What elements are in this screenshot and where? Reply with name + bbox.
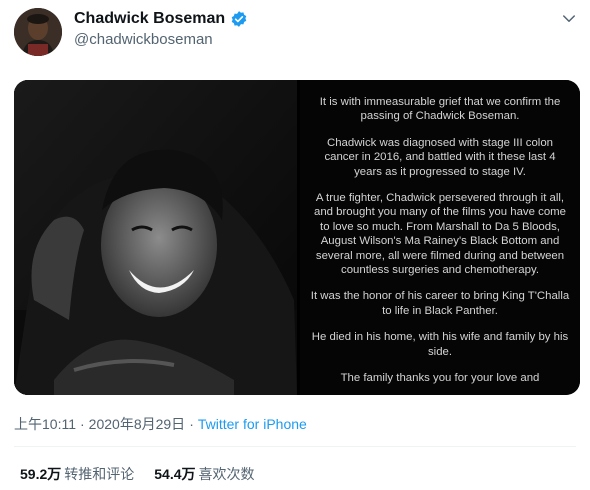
statement-image[interactable]: It is with immeasurable grief that we co… [300,80,580,395]
retweets-label: 转推和评论 [64,466,135,482]
tweet-time[interactable]: 上午10:11 [14,416,76,432]
avatar[interactable] [14,8,62,56]
tweet-date[interactable]: 2020年8月29日 [89,416,186,432]
retweets-stat[interactable]: 59.2万 转推和评论 [20,464,134,484]
likes-count: 54.4万 [154,466,196,482]
likes-label: 喜欢次数 [198,466,255,482]
verified-badge-icon [231,11,247,27]
tweet-media[interactable]: It is with immeasurable grief that we co… [14,80,580,395]
tweet-source-link[interactable]: Twitter for iPhone [198,416,307,432]
statement-paragraph-5: He died in his home, with his wife and f… [311,331,569,358]
author-display-name[interactable]: Chadwick Boseman [74,10,225,28]
tweet-metadata: 上午10:11 · 2020年8月29日 · Twitter for iPhone [14,414,307,434]
retweets-count: 59.2万 [20,466,62,482]
profile-photo-icon [14,8,62,56]
divider [14,446,576,447]
statement-paragraph-1: It is with immeasurable grief that we co… [319,96,561,123]
author-name-row: Chadwick Boseman [74,10,248,28]
portrait-photo-icon [14,80,297,395]
meta-separator: · [80,416,85,432]
statement-paragraph-4: It was the honor of his career to bring … [310,290,570,317]
statement-paragraph-3: A true fighter, Chadwick persevered thro… [313,192,566,277]
chevron-down-icon[interactable] [560,10,578,28]
likes-stat[interactable]: 54.4万 喜欢次数 [154,464,254,484]
statement-paragraph-6: The family thanks you for your love and [340,372,540,385]
statement-paragraph-2: Chadwick was diagnosed with stage III co… [324,136,556,178]
tweet-stats: 59.2万 转推和评论 54.4万 喜欢次数 [20,464,255,484]
author-handle[interactable]: @chadwickboseman [74,31,213,48]
tweet-photo[interactable] [14,80,297,395]
meta-separator: · [189,416,194,432]
